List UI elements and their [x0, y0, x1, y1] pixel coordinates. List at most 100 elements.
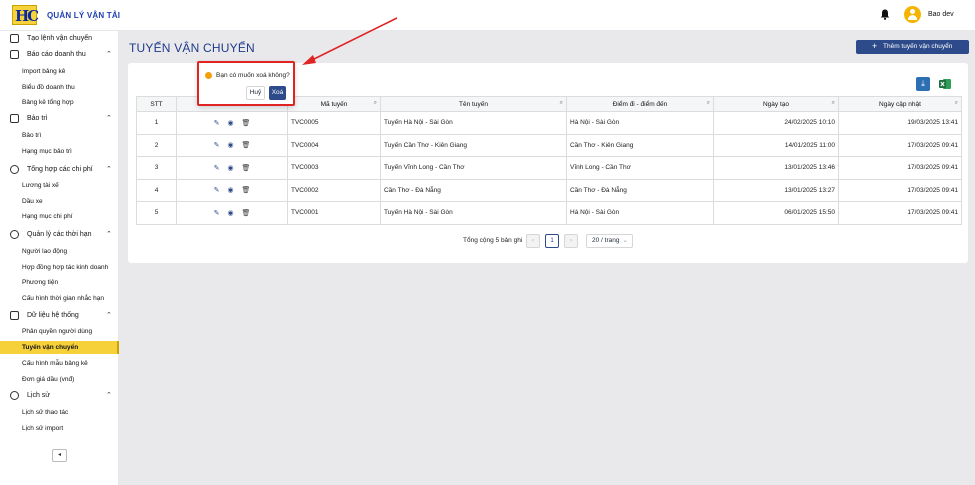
sidebar-group-label: Bảo trì [27, 115, 48, 122]
sidebar-group-history[interactable]: Lịch sử ⌃ [0, 389, 119, 403]
cell-stt: 5 [136, 201, 177, 225]
sidebar-item-summary-sheet[interactable]: Bảng kê tổng hợp [0, 96, 119, 109]
sidebar-item-create-order[interactable]: Tạo lệnh vận chuyển [0, 32, 119, 46]
chevron-up-icon: ⌃ [106, 51, 112, 58]
pagination-prev-button[interactable]: ‹ [526, 234, 540, 248]
chevron-up-icon: ⌃ [106, 392, 112, 399]
pagination-next-button[interactable]: › [564, 234, 578, 248]
clock-icon [10, 230, 19, 239]
sidebar-item-maintenance-items[interactable]: Hạng mục bảo trì [0, 145, 119, 158]
report-icon [10, 50, 19, 59]
sidebar-item-label: Import bảng kê [22, 68, 66, 75]
logo-text: HC [15, 7, 39, 25]
cell-stt: 1 [136, 111, 177, 135]
excel-export-icon[interactable] [938, 77, 952, 91]
cell-endpoints: Hà Nội - Sài Gòn [566, 201, 714, 225]
eye-icon[interactable]: ◉ [227, 119, 233, 127]
column-header-label: STT [150, 100, 163, 108]
plus-icon: + [872, 41, 878, 51]
search-icon[interactable]: ⌕ [832, 100, 835, 107]
sidebar-item-workers[interactable]: Người lao động [0, 245, 119, 258]
sidebar-item-label: Phương tiện [22, 279, 59, 286]
sidebar-item-label: Hợp đồng hợp tác kinh doanh [22, 264, 109, 271]
confirm-delete-button[interactable]: Xoá [269, 86, 286, 100]
table-row: 1 ✎ ◉ 🗑 TVC0005 Tuyến Hà Nội - Sài Gòn Hà … [136, 111, 962, 135]
sidebar-item-label: Cấu hình mẫu bảng kê [22, 360, 88, 367]
add-route-button[interactable]: + Thêm tuyến vận chuyển [856, 40, 969, 54]
sidebar-group-maintenance[interactable]: Bảo trì ⌃ [0, 112, 119, 126]
search-icon[interactable]: ⌕ [707, 100, 710, 107]
trash-icon[interactable]: 🗑 [242, 209, 251, 217]
sidebar-collapse-button[interactable]: ◂ [52, 449, 67, 462]
trash-icon[interactable]: 🗑 [242, 164, 251, 172]
sidebar-item-label: Biểu đồ doanh thu [22, 84, 75, 91]
cell-code: TVC0001 [287, 201, 381, 225]
trash-icon[interactable]: 🗑 [242, 141, 251, 149]
sidebar-item-revenue-chart[interactable]: Biểu đồ doanh thu [0, 81, 119, 94]
trash-icon[interactable]: 🗑 [242, 186, 251, 194]
cell-actions: ✎ ◉ 🗑 [176, 133, 288, 157]
sidebar-item-expense-items[interactable]: Hạng mục chi phí [0, 210, 119, 223]
pagination-page-1[interactable]: 1 [545, 234, 559, 248]
eye-icon[interactable]: ◉ [227, 164, 233, 172]
eye-icon[interactable]: ◉ [227, 141, 233, 149]
sidebar-item-label: Tuyến vận chuyển [22, 344, 79, 351]
sidebar-item-fuel[interactable]: Dầu xe [0, 195, 119, 208]
sidebar-item-vehicles[interactable]: Phương tiện [0, 276, 119, 289]
top-header: HC QUẢN LÝ VẬN TẢI Bao dev [0, 0, 975, 31]
bell-icon[interactable] [880, 9, 890, 20]
cell-updated: 17/03/2025 09:41 [838, 178, 962, 202]
trash-icon[interactable]: 🗑 [242, 119, 251, 127]
sidebar-item-label: Cấu hình thời gian nhắc hạn [22, 295, 104, 302]
sidebar-item-action-history[interactable]: Lịch sử thao tác [0, 406, 119, 419]
search-icon[interactable]: ⌕ [955, 100, 958, 107]
sidebar-item-routes[interactable]: Tuyến vận chuyển [0, 341, 119, 354]
sidebar-group-expenses[interactable]: Tổng hợp các chi phí ⌃ [0, 163, 119, 177]
cell-name: Tuyến Hà Nội - Sài Gòn [380, 111, 567, 135]
sidebar-item-driver-salary[interactable]: Lương tài xế [0, 179, 119, 192]
edit-icon[interactable]: ✎ [214, 164, 220, 172]
edit-icon[interactable]: ✎ [214, 141, 220, 149]
column-header-code: Mã tuyến ⌕ [287, 96, 381, 112]
sidebar-item-import-history[interactable]: Lịch sử import [0, 422, 119, 435]
cell-name: Tuyến Vĩnh Long - Cần Thơ [380, 156, 567, 180]
sidebar-item-reminder-config[interactable]: Cấu hình thời gian nhắc hạn [0, 292, 119, 305]
sidebar-item-fuel-price[interactable]: Đơn giá dầu (vnđ) [0, 373, 119, 386]
sidebar-item-sheet-template[interactable]: Cấu hình mẫu bảng kê [0, 357, 119, 370]
cell-actions: ✎ ◉ 🗑 [176, 178, 288, 202]
sidebar-group-system-data[interactable]: Dữ liệu hệ thống ⌃ [0, 309, 119, 323]
column-header-label: Mã tuyến [320, 100, 348, 108]
column-header-label: Điểm đi - điểm đến [612, 100, 668, 108]
sidebar-group-revenue-report[interactable]: Báo cáo doanh thu ⌃ [0, 48, 119, 62]
chevron-up-icon: ⌃ [106, 312, 112, 319]
sidebar-group-deadlines[interactable]: Quản lý các thời hạn ⌃ [0, 228, 119, 242]
column-header-endpoints: Điểm đi - điểm đến ⌕ [566, 96, 714, 112]
download-icon[interactable]: ⤓ [916, 77, 930, 91]
confirm-message: Bạn có muốn xoá không? [216, 72, 290, 79]
sidebar-item-label: Lịch sử thao tác [22, 409, 69, 416]
sidebar-group-label: Quản lý các thời hạn [27, 231, 92, 238]
sidebar-item-import-sheet[interactable]: Import bảng kê [0, 65, 119, 78]
sidebar-item-maintenance[interactable]: Bảo trì [0, 129, 119, 142]
eye-icon[interactable]: ◉ [227, 186, 233, 194]
edit-icon[interactable]: ✎ [214, 119, 220, 127]
cancel-button[interactable]: Huỷ [246, 86, 265, 100]
user-avatar-icon[interactable] [904, 6, 921, 23]
search-icon[interactable]: ⌕ [374, 100, 377, 107]
delete-confirm-popover: Bạn có muốn xoá không? Huỷ Xoá [197, 61, 295, 106]
search-icon[interactable]: ⌕ [560, 100, 563, 107]
cell-actions: ✎ ◉ 🗑 [176, 201, 288, 225]
eye-icon[interactable]: ◉ [227, 209, 233, 217]
edit-icon[interactable]: ✎ [214, 209, 220, 217]
page-size-select[interactable]: 20 / trang ⌄ [586, 234, 633, 248]
sidebar-item-user-permissions[interactable]: Phân quyền người dùng [0, 325, 119, 338]
company-logo[interactable]: HC [12, 5, 39, 25]
history-icon [10, 391, 19, 400]
sidebar-item-contracts[interactable]: Hợp đồng hợp tác kinh doanh [0, 261, 119, 274]
column-header-created: Ngày tạo ⌕ [713, 96, 839, 112]
cell-code: TVC0005 [287, 111, 381, 135]
cell-endpoints: Hà Nội - Sài Gòn [566, 111, 714, 135]
cell-updated: 17/03/2025 09:41 [838, 156, 962, 180]
username[interactable]: Bao dev [928, 11, 954, 18]
edit-icon[interactable]: ✎ [214, 186, 220, 194]
